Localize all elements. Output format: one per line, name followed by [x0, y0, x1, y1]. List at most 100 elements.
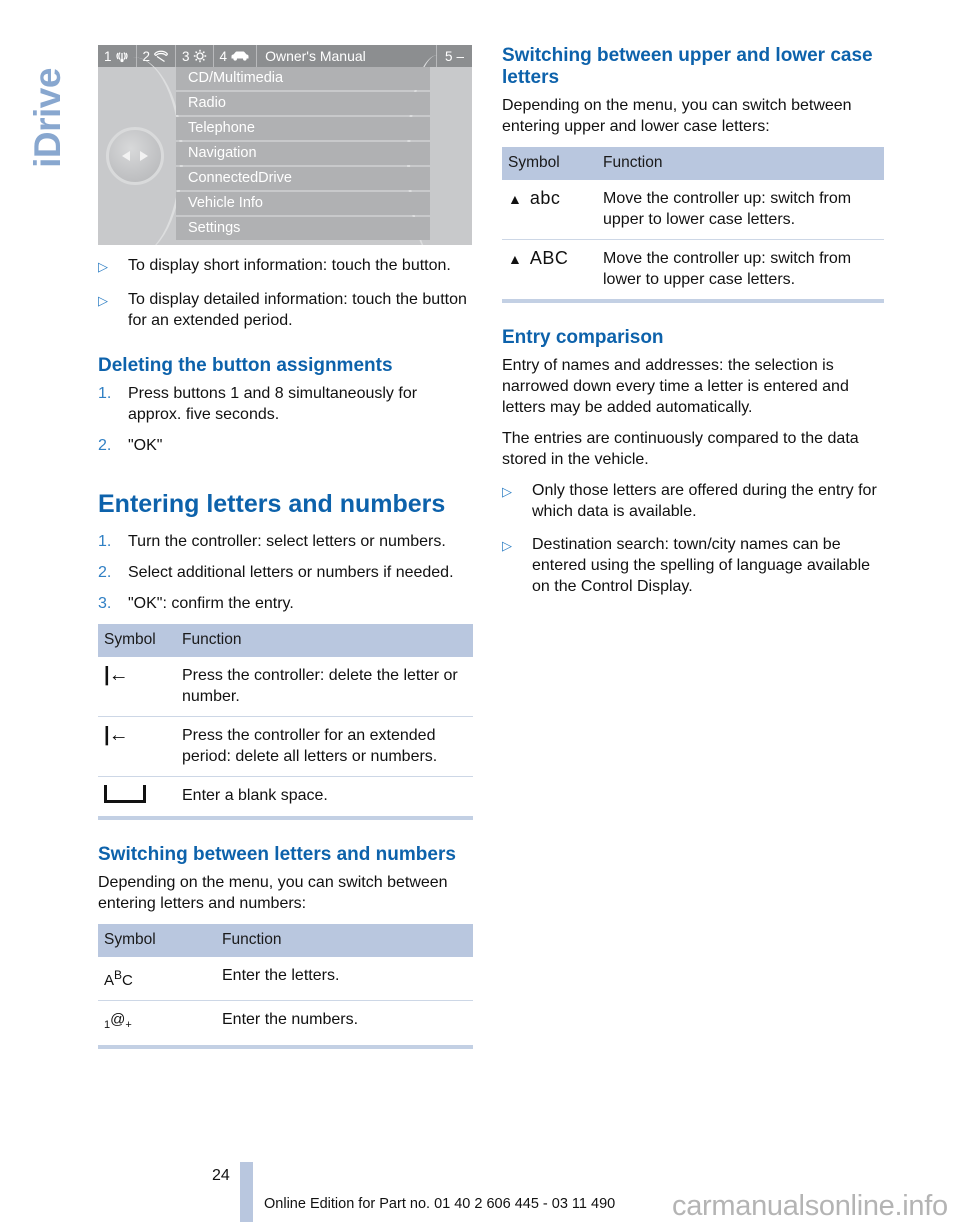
bullet-marker-icon: ▷	[98, 293, 108, 308]
function-cell: Press the controller for an extended per…	[182, 716, 473, 777]
numbers-symbols-icon: 1@+	[104, 1011, 132, 1031]
menu-item-telephone[interactable]: Telephone	[176, 117, 430, 140]
menu-item-navigation[interactable]: Navigation	[176, 142, 430, 165]
status-number-5: 5	[444, 48, 453, 64]
car-icon	[231, 51, 249, 61]
bullet-marker-icon: ▷	[98, 259, 108, 274]
manual-page: iDrive 1 2 3 4 Owner's Manual 5 – CD/Mul…	[0, 0, 960, 1222]
status-number-2: 2	[142, 48, 151, 64]
page-title: Entering letters and numbers	[98, 490, 446, 518]
function-cell: Enter a blank space.	[182, 787, 328, 804]
controller-knob-icon	[106, 127, 164, 185]
step-number: 1.	[98, 385, 112, 402]
status-item-1: 1	[98, 45, 137, 67]
column-header-symbol: Symbol	[98, 924, 222, 957]
status-item-3: 3	[176, 45, 214, 67]
step-text: Press buttons 1 and 8 simultaneously for…	[128, 385, 418, 423]
step-text: Turn the controller: select letters or n…	[128, 533, 446, 550]
gear-icon	[193, 49, 206, 63]
table-row: |← Press the controller for an extended …	[98, 716, 473, 777]
list-item: 2. "OK"	[98, 435, 473, 456]
list-item: 3. "OK": confirm the entry.	[98, 593, 473, 614]
letter-a: A	[104, 972, 115, 989]
menu-item-radio[interactable]: Radio	[176, 92, 430, 115]
switching-intro-text: Depending on the menu, you can switch be…	[98, 874, 448, 912]
step-number: 1.	[98, 533, 112, 550]
status-item-4: 4	[214, 45, 258, 67]
symbol-cell: ABC	[98, 957, 222, 1001]
symbol-cell: 1@+	[98, 1001, 222, 1046]
step-number: 3.	[98, 595, 112, 612]
deleting-steps-list: 1. Press buttons 1 and 8 simultaneously …	[98, 383, 473, 456]
plus-sign: +	[125, 1019, 132, 1031]
section-heading-entry-comparison: Entry comparison	[502, 327, 664, 348]
entering-steps-list: 1. Turn the controller: select letters o…	[98, 531, 473, 614]
column-header-function: Function	[603, 147, 884, 180]
step-text: "OK"	[128, 437, 163, 454]
symbol-cell	[98, 777, 182, 817]
entry-comparison-list: ▷ Only those letters are offered during …	[502, 480, 884, 597]
lowercase-label: abc	[529, 188, 561, 208]
list-item: 2. Select additional letters or numbers …	[98, 562, 473, 583]
table-header-row: Symbol Function	[98, 924, 473, 957]
function-cell: Move the controller up: switch from lowe…	[603, 250, 852, 288]
case-symbols-table-wrap: Symbol Function ▲ abc Move the controller…	[502, 147, 884, 303]
step-number: 2.	[98, 437, 112, 454]
status-number-3: 3	[182, 48, 190, 64]
section-heading-upper-lower-case: Switching between upper and lower case l…	[502, 45, 873, 88]
menu-item-cd-multimedia[interactable]: CD/Multimedia	[176, 67, 430, 90]
entering-symbols-table-wrap: Symbol Function |← Press the controller:…	[98, 624, 473, 820]
backspace-icon: |←	[104, 724, 129, 746]
idrive-status-bar: 1 2 3 4 Owner's Manual 5 –	[98, 45, 472, 67]
table-row: 1@+ Enter the numbers.	[98, 1001, 473, 1046]
column-header-function: Function	[222, 924, 473, 957]
blank-space-icon	[104, 785, 146, 803]
step-text: "OK": confirm the entry.	[128, 595, 294, 612]
idrive-menu-area: CD/Multimedia Radio Telephone Navigation…	[98, 55, 472, 245]
list-item: 1. Press buttons 1 and 8 simultaneously …	[98, 383, 473, 425]
backspace-icon: |←	[104, 664, 129, 686]
footer-text: Online Edition for Part no. 01 40 2 606 …	[264, 1196, 616, 1212]
case-symbols-table: Symbol Function ▲ abc Move the controller…	[502, 147, 884, 299]
up-arrow-icon: ▲	[508, 191, 522, 207]
idrive-title: Owner's Manual	[265, 48, 366, 64]
uppercase-label: ABC	[529, 248, 569, 268]
letter-c: C	[122, 972, 133, 989]
touch-instructions-list: ▷ To display short information: touch th…	[98, 255, 473, 331]
table-row: |← Press the controller: delete the lett…	[98, 657, 473, 717]
entry-paragraph-1: Entry of names and addresses: the select…	[502, 357, 849, 416]
step-number: 2.	[98, 564, 112, 581]
table-row: Enter a blank space.	[98, 777, 473, 817]
table-row: ▲ ABC Move the controller up: switch from…	[502, 240, 884, 300]
footer-accent-bar	[240, 1162, 253, 1222]
letter-b: B	[114, 968, 123, 982]
list-item: ▷ To display short information: touch th…	[98, 255, 473, 277]
symbol-cell: |←	[98, 716, 182, 777]
up-arrow-icon: ▲	[508, 251, 522, 267]
bullet-text: Destination search: town/city names can …	[532, 536, 871, 595]
column-header-function: Function	[182, 624, 473, 657]
switching-symbols-table: Symbol Function ABC Enter the letters. 1…	[98, 924, 473, 1045]
telephone-icon	[154, 50, 168, 62]
section-heading-deleting: Deleting the button assignments	[98, 355, 393, 376]
function-cell: Enter the letters.	[222, 957, 473, 1001]
status-number-1: 1	[104, 48, 112, 64]
menu-item-vehicle-info[interactable]: Vehicle Info	[176, 192, 430, 215]
symbol-cell: ▲ ABC	[502, 240, 603, 300]
at-sign: @	[110, 1011, 126, 1028]
menu-item-connecteddrive[interactable]: ConnectedDrive	[176, 167, 430, 190]
step-text: Select additional letters or numbers if …	[128, 564, 454, 581]
entry-paragraph-2: The entries are continuously compared to…	[502, 430, 859, 468]
table-header-row: Symbol Function	[502, 147, 884, 180]
watermark: carmanualsonline.info	[672, 1190, 948, 1222]
case-intro-text: Depending on the menu, you can switch be…	[502, 97, 852, 135]
chapter-tab-idrive: iDrive	[27, 68, 68, 168]
bullet-text: Only those letters are offered during th…	[532, 482, 877, 520]
table-row: ABC Enter the letters.	[98, 957, 473, 1001]
table-header-row: Symbol Function	[98, 624, 473, 657]
bullet-text: To display short information: touch the …	[128, 257, 451, 274]
menu-item-settings[interactable]: Settings	[176, 217, 430, 240]
column-header-symbol: Symbol	[502, 147, 603, 180]
abc-letters-icon: ABC	[104, 968, 133, 989]
function-cell: Enter the numbers.	[222, 1011, 359, 1028]
